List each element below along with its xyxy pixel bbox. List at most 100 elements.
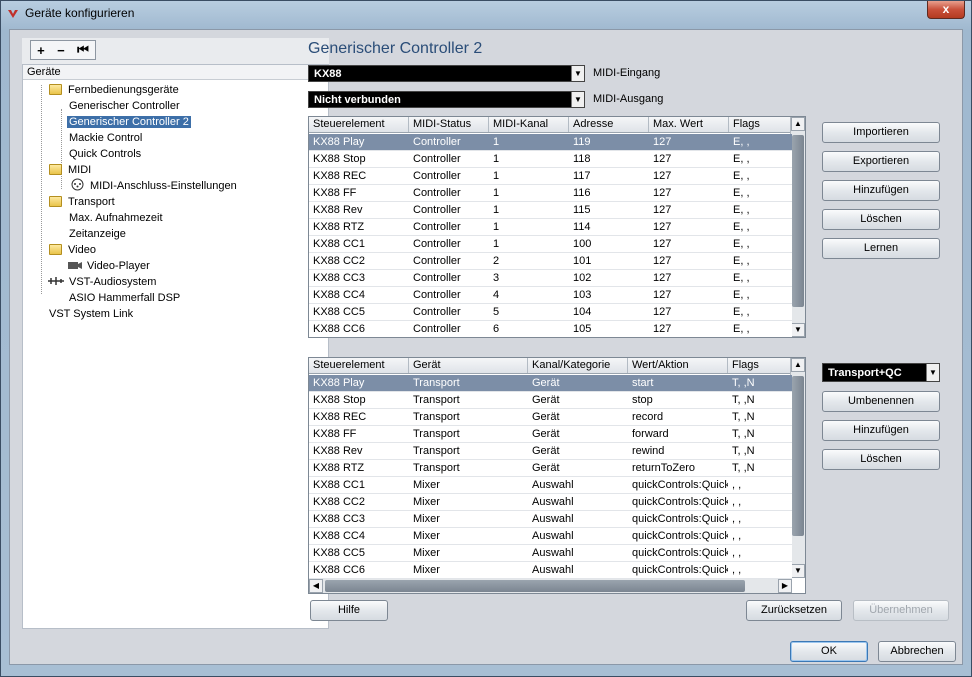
table-cell[interactable]: Mixer — [409, 511, 528, 527]
table-cell[interactable]: KX88 CC4 — [309, 528, 409, 544]
export-button[interactable]: Exportieren — [822, 151, 940, 172]
table-cell[interactable]: 1 — [489, 202, 569, 218]
table-row[interactable]: KX88 CC1 Mixer Auswahl quickControls:QuickC… — [309, 477, 792, 494]
table-cell[interactable]: KX88 Play — [309, 375, 409, 391]
tree-node-midi-port-setup[interactable]: MIDI-Anschluss-Einstellungen — [71, 178, 237, 194]
table-cell[interactable]: Controller — [409, 321, 489, 337]
table-cell[interactable]: 127 — [649, 304, 729, 320]
table-cell[interactable]: 127 — [649, 321, 729, 337]
table-cell[interactable]: quickControls:QuickC — [628, 545, 728, 561]
table-cell[interactable]: E, , — [729, 151, 792, 167]
table-row[interactable]: KX88 CC5 Mixer Auswahl quickControls:QuickC… — [309, 545, 792, 562]
table-cell[interactable]: KX88 FF — [309, 426, 409, 442]
scroll-thumb[interactable] — [792, 135, 804, 307]
tree-node-asio-driver[interactable]: ASIO Hammerfall DSP — [69, 290, 180, 306]
table-cell[interactable]: KX88 REC — [309, 409, 409, 425]
apply-button[interactable]: Übernehmen — [853, 600, 949, 621]
column-header[interactable]: Kanal/Kategorie — [528, 358, 628, 373]
tree-node-time-display[interactable]: Zeitanzeige — [69, 226, 126, 242]
add-control-button[interactable]: Hinzufügen — [822, 180, 940, 201]
table-cell[interactable]: E, , — [729, 287, 792, 303]
table-cell[interactable]: 127 — [649, 270, 729, 286]
table-row[interactable]: KX88 Stop Controller 1 118 127 E, , — [309, 151, 792, 168]
table-cell[interactable]: forward — [628, 426, 728, 442]
column-header[interactable]: Steuerelement — [309, 358, 409, 373]
table-cell[interactable]: Controller — [409, 287, 489, 303]
table-cell[interactable]: T, ,N — [728, 409, 792, 425]
table-cell[interactable]: 127 — [649, 185, 729, 201]
table-cell[interactable]: 102 — [569, 270, 649, 286]
table-cell[interactable]: E, , — [729, 168, 792, 184]
tree-node-quick-controls[interactable]: Quick Controls — [69, 146, 141, 162]
add-device-button[interactable]: + — [37, 43, 45, 58]
table-cell[interactable]: T, ,N — [728, 460, 792, 476]
table-row[interactable]: KX88 FF Controller 1 116 127 E, , — [309, 185, 792, 202]
table-cell[interactable]: Transport — [409, 392, 528, 408]
table-cell[interactable]: 127 — [649, 202, 729, 218]
table-cell[interactable]: 116 — [569, 185, 649, 201]
table-cell[interactable]: Controller — [409, 185, 489, 201]
table-cell[interactable]: 4 — [489, 287, 569, 303]
table-cell[interactable]: Gerät — [528, 392, 628, 408]
table-cell[interactable]: 105 — [569, 321, 649, 337]
tree-node-generic-controller-2[interactable]: Generischer Controller 2 — [67, 114, 191, 130]
table-cell[interactable]: Controller — [409, 304, 489, 320]
table-cell[interactable]: Mixer — [409, 477, 528, 493]
table-cell[interactable]: Transport — [409, 460, 528, 476]
scroll-right-icon[interactable]: ▶ — [778, 579, 792, 593]
import-button[interactable]: Importieren — [822, 122, 940, 143]
scroll-thumb[interactable] — [792, 376, 804, 536]
table-cell[interactable]: , , — [728, 545, 792, 561]
table-cell[interactable]: Mixer — [409, 528, 528, 544]
table-cell[interactable]: , , — [728, 562, 792, 578]
table-cell[interactable]: , , — [728, 528, 792, 544]
tree-node-remote-devices[interactable]: Fernbedienungsgeräte — [49, 82, 179, 98]
table-row[interactable]: KX88 Play Transport Gerät start T, ,N — [309, 375, 792, 392]
column-header[interactable]: Flags — [729, 117, 792, 132]
table-cell[interactable]: , , — [728, 477, 792, 493]
table-cell[interactable]: T, ,N — [728, 375, 792, 391]
table-row[interactable]: KX88 Rev Transport Gerät rewind T, ,N — [309, 443, 792, 460]
scroll-up-icon[interactable]: ▲ — [791, 117, 805, 131]
table-cell[interactable]: record — [628, 409, 728, 425]
scroll-thumb[interactable] — [325, 580, 745, 592]
table-cell[interactable]: KX88 Rev — [309, 443, 409, 459]
table-cell[interactable]: KX88 CC4 — [309, 287, 409, 303]
table-cell[interactable]: 127 — [649, 134, 729, 150]
tree-node-mackie-control[interactable]: Mackie Control — [69, 130, 142, 146]
table-cell[interactable]: 127 — [649, 168, 729, 184]
table-row[interactable]: KX88 CC4 Mixer Auswahl quickControls:QuickC… — [309, 528, 792, 545]
table-cell[interactable]: KX88 CC6 — [309, 562, 409, 578]
table-cell[interactable]: KX88 CC2 — [309, 494, 409, 510]
table-cell[interactable]: start — [628, 375, 728, 391]
table-cell[interactable]: 5 — [489, 304, 569, 320]
table-cell[interactable]: E, , — [729, 219, 792, 235]
remove-device-button[interactable]: − — [57, 43, 65, 58]
table-cell[interactable]: KX88 CC1 — [309, 477, 409, 493]
bank-select[interactable]: Transport+QC ▼ — [822, 363, 940, 382]
table-cell[interactable]: quickControls:QuickC — [628, 511, 728, 527]
table-cell[interactable]: Transport — [409, 375, 528, 391]
table-cell[interactable]: 1 — [489, 236, 569, 252]
table-row[interactable]: KX88 CC5 Controller 5 104 127 E, , — [309, 304, 792, 321]
table-cell[interactable]: 1 — [489, 151, 569, 167]
table-cell[interactable]: T, ,N — [728, 392, 792, 408]
cancel-button[interactable]: Abbrechen — [878, 641, 956, 662]
scroll-up-icon[interactable]: ▲ — [791, 358, 805, 372]
scroll-down-icon[interactable]: ▼ — [791, 323, 805, 337]
table-cell[interactable]: Controller — [409, 270, 489, 286]
table-cell[interactable]: E, , — [729, 134, 792, 150]
table-row[interactable]: KX88 REC Transport Gerät record T, ,N — [309, 409, 792, 426]
table-cell[interactable]: Auswahl — [528, 528, 628, 544]
table-cell[interactable]: Transport — [409, 409, 528, 425]
delete-control-button[interactable]: Löschen — [822, 209, 940, 230]
table-cell[interactable]: KX88 Play — [309, 134, 409, 150]
table-cell[interactable]: E, , — [729, 321, 792, 337]
table-cell[interactable]: KX88 RTZ — [309, 460, 409, 476]
table-cell[interactable]: Gerät — [528, 460, 628, 476]
table-cell[interactable]: E, , — [729, 185, 792, 201]
table-cell[interactable]: rewind — [628, 443, 728, 459]
table-cell[interactable]: KX88 CC1 — [309, 236, 409, 252]
table-cell[interactable]: Auswahl — [528, 562, 628, 578]
table-cell[interactable]: 127 — [649, 287, 729, 303]
